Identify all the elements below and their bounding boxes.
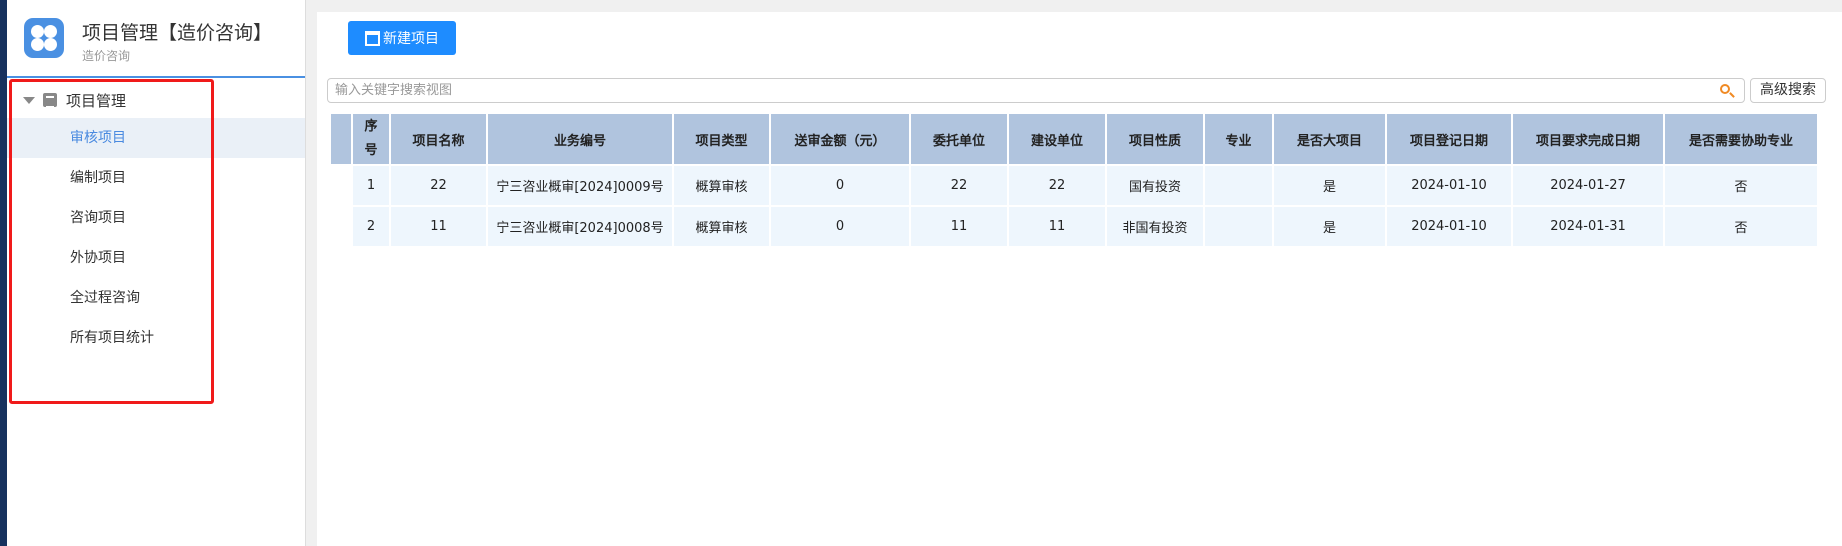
table-cell: 2024-01-31 <box>1513 207 1663 248</box>
table-row[interactable]: 1 22 宁三咨业概审[2024]0009号 概算审核 0 22 22 国有投资是 2024-0… <box>331 166 1817 207</box>
table-cell: 1 <box>353 166 389 207</box>
table-cell: 2 <box>353 207 389 248</box>
search-icon[interactable] <box>1720 84 1730 94</box>
sidebar-group: 项目管理 审核项目 编制项目 咨询项目 外协项目 全过程咨询 所有项目统计 <box>7 82 305 358</box>
table-header[interactable]: 项目性质 <box>1107 114 1203 166</box>
project-table: 序号项目名称 业务编号 项目类型 送审金额（元） 委托单位 建设单位 项目性质 专业 是否大项目… <box>329 114 1819 248</box>
table-cell: 0 <box>771 166 909 207</box>
table-cell: 非国有投资 <box>1107 207 1203 248</box>
table-cell: 22 <box>1009 166 1105 207</box>
table-cell: 是 <box>1274 166 1385 207</box>
table-cell: 11 <box>1009 207 1105 248</box>
table-cell: 22 <box>911 166 1007 207</box>
table-cell: 11 <box>911 207 1007 248</box>
table-cell <box>1205 207 1272 248</box>
table-cell: 国有投资 <box>1107 166 1203 207</box>
sidebar-item-review[interactable]: 审核项目 <box>7 118 305 158</box>
table-cell: 22 <box>391 166 486 207</box>
new-project-button[interactable]: 新建项目 <box>348 21 456 55</box>
sidebar-header: 项目管理【造价咨询】 造价咨询 <box>7 0 305 78</box>
row-gutter <box>331 207 351 248</box>
caret-down-icon <box>23 96 35 104</box>
table-header[interactable]: 业务编号 <box>488 114 672 166</box>
sidebar-item-full-process[interactable]: 全过程咨询 <box>7 278 305 318</box>
table-header-blank <box>331 114 351 166</box>
advanced-search-button[interactable]: 高级搜索 <box>1750 78 1826 103</box>
sidebar-group-header[interactable]: 项目管理 <box>7 82 305 118</box>
table-cell: 概算审核 <box>674 207 769 248</box>
search-placeholder: 输入关键字搜索视图 <box>335 83 453 98</box>
table-cell: 宁三咨业概审[2024]0008号 <box>488 207 672 248</box>
table-header[interactable]: 项目要求完成日期 <box>1513 114 1663 166</box>
scrollbar[interactable] <box>1833 24 1838 84</box>
table-header[interactable]: 项目类型 <box>674 114 769 166</box>
sidebar-item-consult[interactable]: 咨询项目 <box>7 198 305 238</box>
search-input[interactable]: 输入关键字搜索视图 <box>327 78 1745 103</box>
table-row[interactable]: 2 11 宁三咨业概审[2024]0008号 概算审核 0 11 11 非国有投资是 2024-… <box>331 207 1817 248</box>
table-cell: 2024-01-10 <box>1387 166 1511 207</box>
table-cell: 0 <box>771 207 909 248</box>
table-header[interactable]: 序号 <box>353 114 389 166</box>
table-cell: 2024-01-27 <box>1513 166 1663 207</box>
sidebar: 项目管理【造价咨询】 造价咨询 项目管理 审核项目 编制项目 咨询项目 外协项目… <box>7 0 306 546</box>
table-cell: 11 <box>391 207 486 248</box>
table-header[interactable]: 是否需要协助专业 <box>1665 114 1817 166</box>
table-cell: 2024-01-10 <box>1387 207 1511 248</box>
sidebar-item-outsource[interactable]: 外协项目 <box>7 238 305 278</box>
group-label: 项目管理 <box>66 91 127 110</box>
list-icon <box>43 93 57 108</box>
window-icon <box>365 30 380 46</box>
sidebar-item-compile[interactable]: 编制项目 <box>7 158 305 198</box>
app-logo-icon <box>24 18 64 58</box>
table-header[interactable]: 项目登记日期 <box>1387 114 1511 166</box>
table-cell: 概算审核 <box>674 166 769 207</box>
table-header[interactable]: 项目名称 <box>391 114 486 166</box>
new-project-label: 新建项目 <box>383 31 439 47</box>
app-title: 项目管理【造价咨询】 <box>82 22 273 44</box>
main-panel: 新建项目 输入关键字搜索视图 高级搜索 序号项目名称 业务编号 项目类型 送审金额（元… <box>317 12 1842 546</box>
app-subtitle: 造价咨询 <box>82 49 131 63</box>
table-cell: 宁三咨业概审[2024]0009号 <box>488 166 672 207</box>
row-gutter <box>331 166 351 207</box>
table-cell: 否 <box>1665 207 1817 248</box>
table-header[interactable]: 委托单位 <box>911 114 1007 166</box>
sidebar-item-statistics[interactable]: 所有项目统计 <box>7 318 305 358</box>
table-cell <box>1205 166 1272 207</box>
table-header[interactable]: 建设单位 <box>1009 114 1105 166</box>
table-cell: 是 <box>1274 207 1385 248</box>
table-cell: 否 <box>1665 166 1817 207</box>
table-header[interactable]: 是否大项目 <box>1274 114 1385 166</box>
table-header[interactable]: 专业 <box>1205 114 1272 166</box>
table-header[interactable]: 送审金额（元） <box>771 114 909 166</box>
left-edge-strip <box>0 0 7 546</box>
